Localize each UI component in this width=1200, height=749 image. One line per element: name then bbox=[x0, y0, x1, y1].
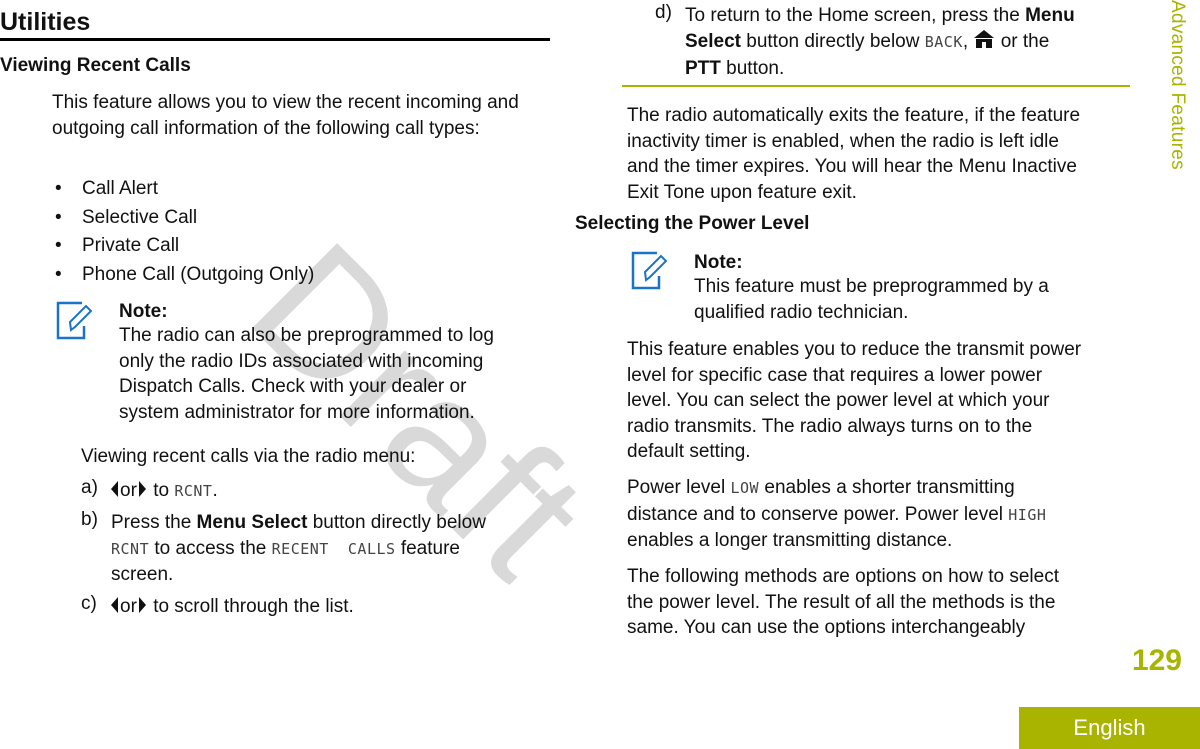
left-arrow-icon bbox=[111, 597, 118, 613]
list-item: Call Alert bbox=[55, 176, 314, 205]
step-b: b) Press the Menu Select button directly… bbox=[81, 509, 551, 588]
page-number: 129 bbox=[1131, 644, 1182, 677]
step-d: d) To return to the Home screen, press t… bbox=[655, 2, 1125, 82]
chapter-side-label: Advanced Features bbox=[1167, 0, 1188, 170]
note-icon bbox=[631, 250, 668, 295]
text: distance and to conserve power. Power le… bbox=[627, 503, 1009, 525]
text: screen. bbox=[111, 564, 174, 585]
display-text-high: HIGH bbox=[1008, 505, 1047, 524]
step-c: c) or to scroll through the list. bbox=[81, 593, 541, 620]
list-item: Private Call bbox=[55, 233, 314, 262]
intro-paragraph: This feature allows you to view the rece… bbox=[52, 92, 519, 139]
text-line: same. You can use the options interchang… bbox=[627, 617, 1026, 638]
right-arrow-icon bbox=[138, 597, 146, 613]
step-label: d) bbox=[655, 2, 672, 23]
section-divider bbox=[0, 38, 550, 41]
right-arrow-icon bbox=[138, 481, 146, 497]
to-text: to bbox=[153, 480, 170, 501]
text: Press the bbox=[111, 512, 197, 533]
left-arrow-icon bbox=[111, 481, 118, 497]
text-line: radio transmits. The radio always turns … bbox=[627, 415, 1033, 437]
power-levels-paragraph: Power level LOW enables a shorter transm… bbox=[627, 475, 1046, 554]
text: or the bbox=[995, 30, 1050, 52]
display-text-recent-calls: RECENT CALLS bbox=[271, 539, 396, 558]
note-line: Dispatch Calls. Check with your dealer o… bbox=[119, 376, 467, 397]
call-types-list: Call Alert Selective Call Private Call P… bbox=[55, 176, 314, 290]
language-tab: English bbox=[1019, 707, 1200, 749]
procedure-end-divider bbox=[622, 85, 1130, 87]
power-description: This feature enables you to reduce the t… bbox=[627, 337, 1081, 465]
text-line: the power level. The result of all the m… bbox=[627, 591, 1056, 613]
subsection-title: Selecting the Power Level bbox=[575, 213, 810, 234]
text: feature bbox=[395, 537, 460, 559]
text-line: level for specific case that requires a … bbox=[627, 364, 1043, 386]
note-title: Note: bbox=[694, 252, 743, 273]
timeout-paragraph: The radio automatically exits the featur… bbox=[627, 103, 1080, 205]
note-text: This feature must be preprogrammed by a … bbox=[694, 274, 1049, 325]
menu-label: Menu bbox=[1025, 5, 1075, 26]
text: button directly below bbox=[307, 512, 486, 533]
methods-paragraph: The following methods are options on how… bbox=[627, 564, 1059, 641]
text-line: Exit Tone upon feature exit. bbox=[627, 181, 857, 203]
note-line: system administrator for more informatio… bbox=[119, 401, 475, 423]
text-line: The following methods are options on how… bbox=[627, 566, 1059, 587]
step-a: a) or to RCNT. bbox=[81, 477, 541, 505]
step-label: b) bbox=[81, 509, 98, 530]
select-label: Select bbox=[685, 30, 741, 52]
list-item: Selective Call bbox=[55, 205, 314, 234]
text-line: inactivity timer is enabled, when the ra… bbox=[627, 130, 1059, 152]
procedure-intro: Viewing recent calls via the radio menu: bbox=[81, 446, 416, 467]
text-line: and the timer expires. You will hear the… bbox=[627, 156, 1077, 177]
text: to access the bbox=[149, 537, 272, 559]
period: . bbox=[212, 480, 218, 501]
display-text-low: LOW bbox=[730, 479, 760, 497]
ptt-label: PTT bbox=[685, 58, 721, 79]
section-title: Utilities bbox=[0, 8, 91, 36]
subsection-title: Viewing Recent Calls bbox=[0, 55, 191, 76]
step-label: c) bbox=[81, 593, 97, 614]
note-line: This feature must be preprogrammed by a bbox=[694, 276, 1049, 297]
text: button. bbox=[720, 58, 785, 79]
step-label: a) bbox=[81, 477, 98, 498]
note-line: The radio can also be preprogrammed to l… bbox=[119, 325, 494, 346]
text: To return to the Home screen, press the bbox=[685, 5, 1026, 26]
note-line: qualified radio technician. bbox=[694, 301, 909, 323]
note-text: The radio can also be preprogrammed to l… bbox=[119, 323, 494, 425]
text-line: level. You can select the power level at… bbox=[627, 390, 1050, 411]
list-item: Phone Call (Outgoing Only) bbox=[55, 262, 314, 291]
text: Power level bbox=[627, 477, 731, 498]
text-line: The radio automatically exits the featur… bbox=[627, 105, 1081, 126]
text-line: This feature enables you to reduce the t… bbox=[627, 339, 1082, 360]
text: , bbox=[962, 30, 974, 52]
text: enables a longer transmitting distance. bbox=[627, 530, 953, 551]
note-line: only the radio IDs associated with incom… bbox=[119, 350, 484, 372]
text: to scroll through the list. bbox=[153, 596, 354, 617]
or-text: or bbox=[120, 480, 137, 501]
display-text-rcnt: RCNT bbox=[174, 482, 213, 500]
note-title: Note: bbox=[119, 301, 168, 322]
display-text-rcnt: RCNT bbox=[111, 539, 150, 558]
or-text: or bbox=[120, 596, 137, 617]
text: button directly below bbox=[740, 30, 925, 52]
note-icon bbox=[56, 300, 93, 345]
display-text-back: BACK bbox=[924, 32, 963, 51]
menu-select-label: Menu Select bbox=[196, 512, 308, 533]
text: enables a shorter transmitting bbox=[759, 477, 1015, 498]
home-icon bbox=[973, 29, 995, 57]
text-line: default setting. bbox=[627, 441, 751, 462]
